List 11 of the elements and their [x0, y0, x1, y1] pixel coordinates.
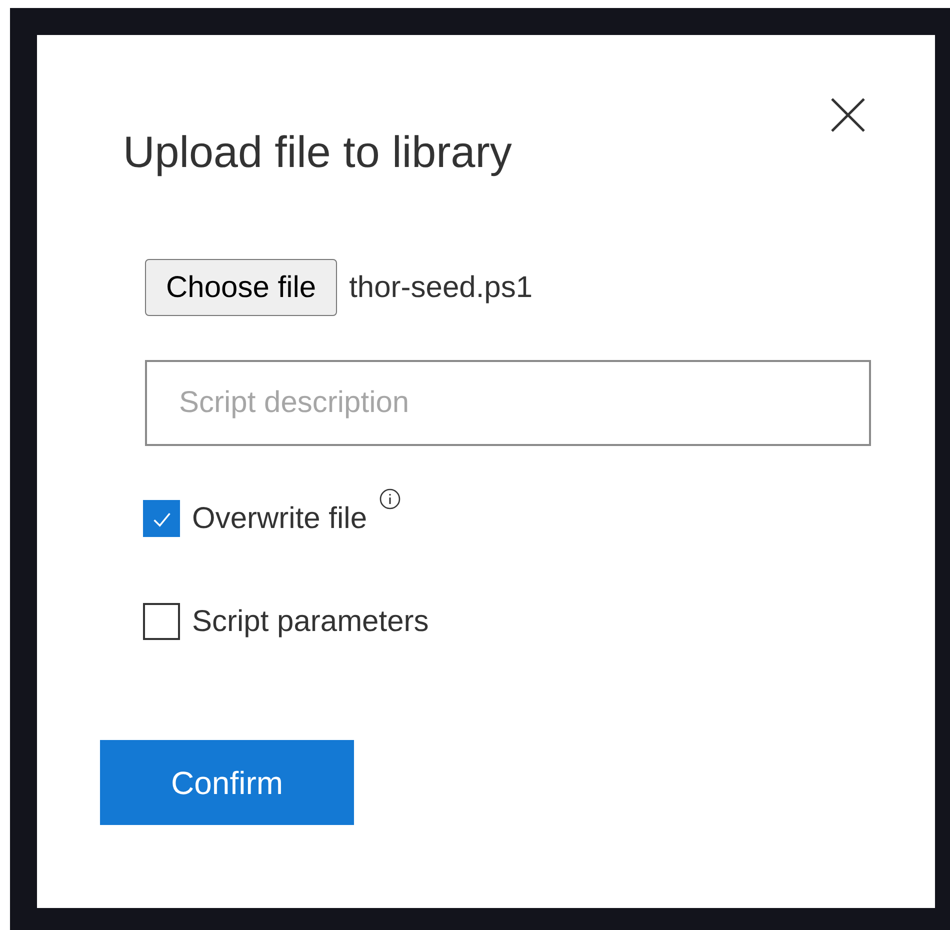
checkbox[interactable]: [143, 603, 180, 640]
checkbox[interactable]: [143, 500, 180, 537]
confirm-button[interactable]: Confirm: [100, 740, 354, 825]
description-field[interactable]: Script description: [145, 360, 871, 446]
file-name: thor-seed.ps1: [349, 270, 533, 306]
dialog-title: Upload file to library: [123, 127, 512, 179]
checkbox-label: Overwrite file: [192, 501, 368, 537]
close-icon[interactable]: [830, 97, 866, 133]
checkbox-label: Script parameters: [192, 604, 429, 640]
choose-file-button[interactable]: Choose file: [145, 259, 338, 316]
info-icon[interactable]: [379, 488, 402, 510]
